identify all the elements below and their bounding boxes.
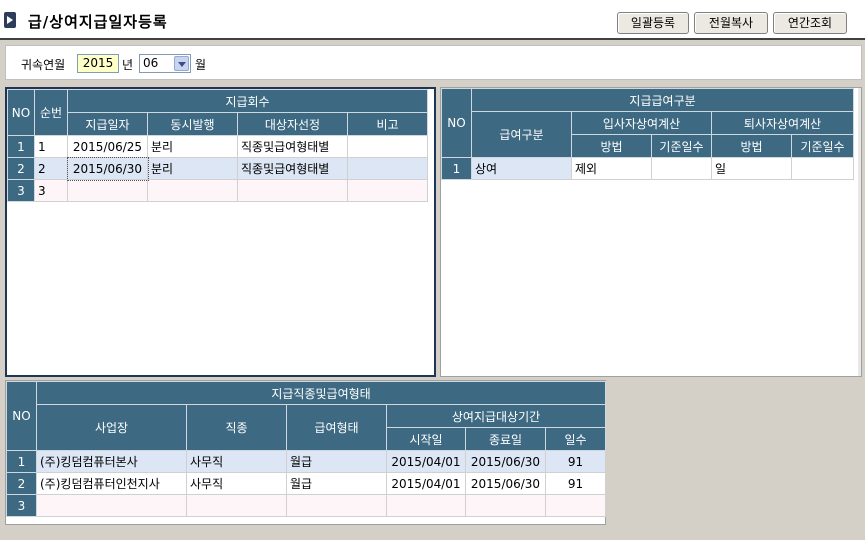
cell-target[interactable]: 직종및급여형태별 (237, 135, 348, 158)
col-start-date: 시작일 (386, 427, 466, 451)
cell-pay-form[interactable]: 월급 (286, 472, 387, 495)
cell-note[interactable] (346, 135, 429, 158)
row-number: 2 (6, 472, 37, 495)
col-note: 비고 (346, 112, 429, 136)
col-job: 직종 (186, 404, 287, 451)
cell-note[interactable] (346, 157, 429, 180)
cell-job[interactable] (186, 494, 287, 517)
col-pay-type: 급여구분 (471, 111, 572, 158)
cell-simultaneous[interactable]: 분리 (147, 135, 238, 158)
cell-start-date[interactable] (386, 494, 466, 517)
table-row[interactable]: 1 (주)킹덤컴퓨터본사 사무직 월급 2015/04/01 2015/06/3… (6, 450, 607, 473)
cell-days[interactable]: 91 (544, 450, 607, 473)
cell-pay-form[interactable] (286, 494, 387, 517)
batch-register-button[interactable]: 일괄등록 (617, 12, 689, 34)
row-number: 2 (7, 157, 35, 180)
pay-type-table: NO 지급급여구분 급여구분 입사자상여계산 퇴사자상여계산 방법 기준일수 방… (441, 88, 855, 180)
copy-prev-month-button[interactable]: 전월복사 (694, 12, 768, 34)
month-value: 06 (143, 56, 159, 70)
group-header-entrant: 입사자상여계산 (571, 111, 712, 135)
col-no: NO (441, 88, 472, 158)
cell-start-date[interactable]: 2015/04/01 (386, 450, 466, 473)
row-number: 1 (6, 450, 37, 473)
table-row[interactable]: 3 3 (7, 179, 429, 202)
cell-pay-date[interactable]: 2015/06/25 (67, 135, 148, 158)
group-header-job-pay: 지급직종및급여형태 (35, 381, 607, 405)
cell-pay-date[interactable]: 2015/06/30 (66, 156, 149, 181)
group-header-bonus-period: 상여지급대상기간 (385, 404, 607, 428)
col-no: NO (6, 381, 37, 451)
row-number: 1 (7, 135, 35, 158)
cell-entrant-method[interactable]: 제외 (571, 157, 652, 180)
row-number: 3 (6, 494, 37, 517)
cell-site[interactable]: (주)킹덤컴퓨터인천지사 (36, 472, 187, 495)
cell-end-date[interactable]: 2015/06/30 (465, 472, 546, 495)
cell-pay-type[interactable]: 상여 (471, 157, 572, 180)
col-leaver-method: 방법 (711, 134, 792, 158)
col-entrant-method: 방법 (571, 134, 652, 158)
table-row[interactable]: 2 (주)킹덤컴퓨터인천지사 사무직 월급 2015/04/01 2015/06… (6, 472, 607, 495)
col-target: 대상자선정 (237, 112, 348, 136)
status-strip (0, 540, 865, 544)
cell-seq[interactable]: 2 (34, 157, 68, 180)
table-row[interactable]: 1 상여 제외 일 (441, 157, 855, 180)
job-pay-panel: NO 지급직종및급여형태 사업장 직종 급여형태 상여지급대상기간 시작일 종료… (5, 380, 607, 525)
cell-simultaneous[interactable] (147, 179, 238, 202)
year-unit-label: 년 (122, 58, 134, 72)
col-days: 일수 (544, 427, 607, 451)
play-icon (4, 12, 16, 28)
row-number: 1 (441, 157, 472, 180)
year-input[interactable]: 2015 (77, 54, 119, 73)
period-label: 귀속연월 (21, 58, 66, 72)
col-simultaneous: 동시발행 (147, 112, 238, 136)
cell-days[interactable]: 91 (544, 472, 607, 495)
cell-target[interactable] (237, 179, 348, 202)
cell-entrant-base-days[interactable] (651, 157, 712, 180)
page-title: 급/상여지급일자등록 (28, 13, 168, 31)
chevron-down-icon[interactable] (174, 56, 189, 71)
month-unit-label: 월 (195, 58, 207, 72)
cell-seq[interactable]: 1 (34, 135, 68, 158)
pay-rounds-table: NO 순번 지급회수 지급일자 동시발행 대상자선정 비고 1 1 2015/0… (7, 89, 429, 202)
pay-rounds-panel: NO 순번 지급회수 지급일자 동시발행 대상자선정 비고 1 1 2015/0… (5, 87, 436, 377)
job-pay-table: NO 지급직종및급여형태 사업장 직종 급여형태 상여지급대상기간 시작일 종료… (6, 381, 607, 517)
cell-job[interactable]: 사무직 (186, 472, 287, 495)
month-select[interactable]: 06 (139, 54, 191, 73)
table-row[interactable]: 3 (6, 494, 607, 517)
cell-pay-form[interactable]: 월급 (286, 450, 387, 473)
group-header-pay-rounds: 지급회수 (66, 89, 429, 113)
row-number: 3 (7, 179, 35, 202)
cell-pay-date[interactable] (67, 179, 148, 202)
title-bar: 급/상여지급일자등록 일괄등록 전월복사 연간조회 (0, 0, 865, 40)
col-pay-date: 지급일자 (67, 112, 148, 136)
group-header-pay-type: 지급급여구분 (470, 88, 855, 112)
cell-leaver-method[interactable]: 일 (711, 157, 792, 180)
pay-type-panel: NO 지급급여구분 급여구분 입사자상여계산 퇴사자상여계산 방법 기준일수 방… (440, 87, 862, 377)
col-no: NO (7, 89, 35, 136)
cell-job[interactable]: 사무직 (186, 450, 287, 473)
col-leaver-base-days: 기준일수 (790, 134, 855, 158)
cell-end-date[interactable] (465, 494, 546, 517)
col-pay-form: 급여형태 (286, 404, 387, 451)
cell-seq[interactable]: 3 (34, 179, 68, 202)
cell-days[interactable] (544, 494, 607, 517)
col-site: 사업장 (36, 404, 187, 451)
annual-inquiry-button[interactable]: 연간조회 (773, 12, 847, 34)
filter-bar: 귀속연월 2015 년 06 월 (5, 45, 862, 80)
cell-site[interactable]: (주)킹덤컴퓨터본사 (36, 450, 187, 473)
cell-site[interactable] (36, 494, 187, 517)
cell-end-date[interactable]: 2015/06/30 (465, 450, 546, 473)
cell-leaver-base-days[interactable] (790, 157, 855, 180)
table-row[interactable]: 1 1 2015/06/25 분리 직종및급여형태별 (7, 135, 429, 158)
col-entrant-base-days: 기준일수 (651, 134, 712, 158)
col-seq: 순번 (34, 89, 68, 136)
col-end-date: 종료일 (465, 427, 546, 451)
group-header-leaver: 퇴사자상여계산 (710, 111, 855, 135)
cell-simultaneous[interactable]: 분리 (147, 157, 238, 180)
cell-note[interactable] (346, 179, 429, 202)
scrollbar[interactable] (858, 88, 861, 376)
cell-target[interactable]: 직종및급여형태별 (237, 157, 348, 180)
table-row[interactable]: 2 2 2015/06/30 분리 직종및급여형태별 (7, 156, 429, 181)
cell-start-date[interactable]: 2015/04/01 (386, 472, 466, 495)
